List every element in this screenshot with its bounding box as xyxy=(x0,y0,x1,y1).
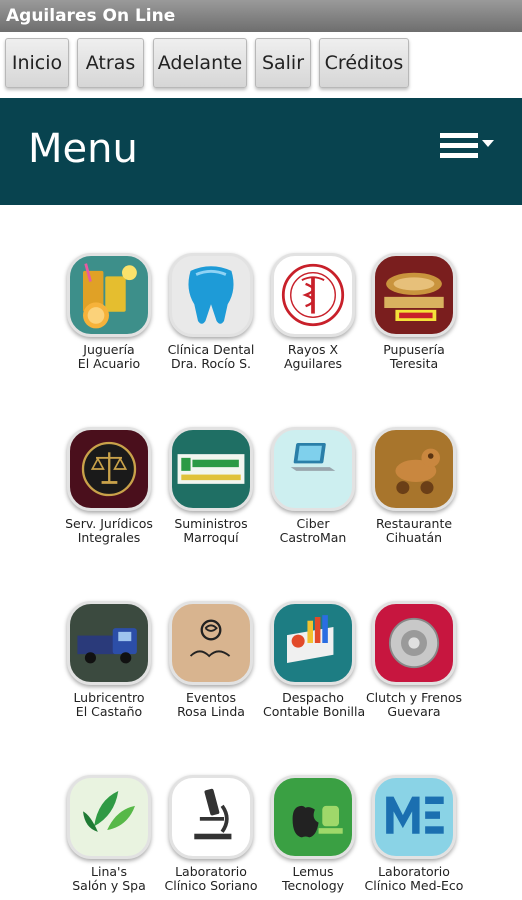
item-label: Laboratorio xyxy=(378,864,450,879)
item-label: El Acuario xyxy=(77,356,141,371)
clay-dog-figure-icon xyxy=(372,427,456,511)
item-caption: Clínica Dental Dra. Rocío S. xyxy=(161,343,261,371)
item-linas[interactable]: Lina's Salón y Spa xyxy=(59,775,159,893)
item-rayos-x[interactable]: Rayos X Aguilares xyxy=(263,253,363,371)
office-supplies-icon xyxy=(271,601,355,685)
item-label: Clínico Soriano xyxy=(164,878,258,893)
item-caption: Rayos X Aguilares xyxy=(263,343,363,371)
microscope-icon xyxy=(169,775,253,859)
item-label: Contable Bonilla xyxy=(263,704,366,719)
atras-button[interactable]: Atras xyxy=(77,38,144,88)
item-label: Rosa Linda xyxy=(177,704,245,719)
pupuseria-logo-icon xyxy=(372,253,456,337)
xray-logo-icon xyxy=(271,253,355,337)
item-label: Teresita xyxy=(389,356,439,371)
item-label: Aguilares xyxy=(283,356,343,371)
item-label: Salón y Spa xyxy=(72,878,146,893)
laptop-icon xyxy=(271,427,355,511)
item-eventos[interactable]: Eventos Rosa Linda xyxy=(161,601,261,719)
window-title: Aguilares On Line xyxy=(0,0,522,32)
item-label: Juguería xyxy=(83,342,135,357)
salir-button[interactable]: Salir xyxy=(255,38,311,88)
item-label: Pupusería xyxy=(383,342,445,357)
item-caption: Ciber CastroMan xyxy=(263,517,363,545)
toolbar: Inicio Atras Adelante Salir Créditos xyxy=(0,32,522,96)
item-label: Serv. Jurídicos xyxy=(65,516,153,531)
item-despacho[interactable]: Despacho Contable Bonilla xyxy=(263,601,366,719)
item-label: Clínica Dental xyxy=(167,342,255,357)
item-suministros[interactable]: Suministros Marroquí xyxy=(161,427,261,545)
item-caption: Serv. Jurídicos Integrales xyxy=(59,517,159,545)
item-caption: Despacho Contable Bonilla xyxy=(263,690,366,719)
item-label: Lina's xyxy=(91,864,127,879)
item-jugueria[interactable]: Juguería El Acuario xyxy=(59,253,159,371)
item-caption: Suministros Marroquí xyxy=(161,517,261,545)
item-label: Eventos xyxy=(186,690,236,705)
item-label: Guevara xyxy=(387,704,441,719)
item-pupuseria[interactable]: Pupusería Teresita xyxy=(364,253,464,371)
item-caption: Restaurante Cihuatán xyxy=(364,517,464,545)
spa-leaves-icon xyxy=(67,775,151,859)
apple-android-icon xyxy=(271,775,355,859)
creditos-button[interactable]: Créditos xyxy=(319,38,409,88)
item-label: Clutch y Frenos xyxy=(365,690,463,705)
item-caption: Lubricentro El Castaño xyxy=(59,691,159,719)
item-label: Despacho xyxy=(282,690,344,705)
item-caption: Clutch y Frenos Guevara xyxy=(364,691,464,719)
med-eco-logo-icon xyxy=(372,775,456,859)
item-label: Rayos X xyxy=(287,342,339,357)
item-caption: Lina's Salón y Spa xyxy=(59,865,159,893)
item-label: Integrales xyxy=(77,530,141,545)
scales-of-justice-icon xyxy=(67,427,151,511)
item-label: Tecnology xyxy=(281,878,345,893)
item-label: Lubricentro xyxy=(73,690,145,705)
item-label: El Castaño xyxy=(75,704,143,719)
item-label: CastroMan xyxy=(279,530,347,545)
item-restaurante[interactable]: Restaurante Cihuatán xyxy=(364,427,464,545)
inicio-button[interactable]: Inicio xyxy=(5,38,69,88)
item-clinica-dental[interactable]: Clínica Dental Dra. Rocío S. xyxy=(161,253,261,371)
hamburger-dropdown-icon[interactable] xyxy=(438,130,498,162)
item-clutch-frenos[interactable]: Clutch y Frenos Guevara xyxy=(364,601,464,719)
item-caption: Laboratorio Clínico Soriano xyxy=(161,865,261,893)
item-caption: Pupusería Teresita xyxy=(364,343,464,371)
item-lubricentro[interactable]: Lubricentro El Castaño xyxy=(59,601,159,719)
item-label: Lemus xyxy=(292,864,334,879)
item-lab-med-eco[interactable]: Laboratorio Clínico Med-Eco xyxy=(364,775,464,893)
juice-icon xyxy=(67,253,151,337)
item-label: Cihuatán xyxy=(385,530,443,545)
item-label: Restaurante xyxy=(375,516,453,531)
item-ciber[interactable]: Ciber CastroMan xyxy=(263,427,363,545)
item-lab-soriano[interactable]: Laboratorio Clínico Soriano xyxy=(161,775,261,893)
item-caption: Juguería El Acuario xyxy=(59,343,159,371)
item-caption: Lemus Tecnology xyxy=(263,865,363,893)
item-label: Dra. Rocío S. xyxy=(170,356,252,371)
item-label: Marroquí xyxy=(183,530,239,545)
suministros-logo-icon xyxy=(169,427,253,511)
item-label: Laboratorio xyxy=(175,864,247,879)
brake-disc-icon xyxy=(372,601,456,685)
rose-logo-icon xyxy=(169,601,253,685)
truck-icon xyxy=(67,601,151,685)
item-label: Ciber xyxy=(296,516,330,531)
page-title: Menu xyxy=(28,126,138,172)
item-label: Suministros xyxy=(174,516,248,531)
item-serv-juridicos[interactable]: Serv. Jurídicos Integrales xyxy=(59,427,159,545)
item-caption: Laboratorio Clínico Med-Eco xyxy=(364,865,464,893)
tooth-icon xyxy=(169,253,253,337)
item-caption: Eventos Rosa Linda xyxy=(161,691,261,719)
item-label: Clínico Med-Eco xyxy=(364,878,464,893)
item-lemus[interactable]: Lemus Tecnology xyxy=(263,775,363,893)
adelante-button[interactable]: Adelante xyxy=(153,38,247,88)
business-grid: Juguería El Acuario Clínica Dental Dra. Ro… xyxy=(0,205,522,900)
